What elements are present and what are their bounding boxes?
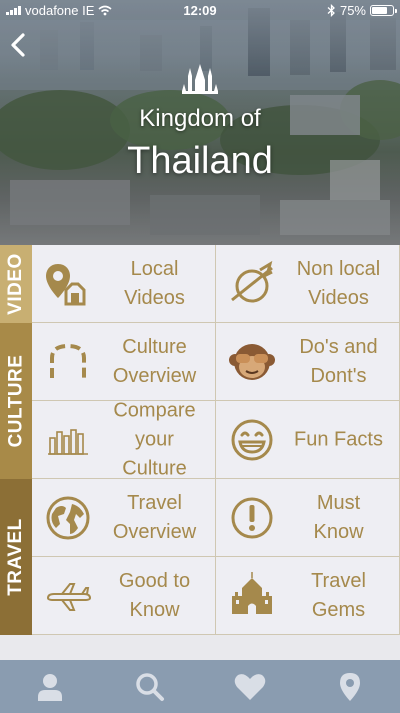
tab-bar: [0, 660, 400, 713]
person-icon: [38, 673, 62, 701]
section-label-travel: TRAVEL: [0, 479, 32, 635]
search-icon: [136, 672, 164, 701]
tile-compare-your-culture[interactable]: Compare your Culture: [32, 399, 216, 479]
tab-search[interactable]: [130, 667, 170, 707]
tile-label: Do's and Dont's: [299, 335, 378, 387]
tile-good-to-know[interactable]: Good to Know: [32, 557, 216, 635]
planet-plane-icon: [231, 260, 273, 302]
page-title: Thailand: [127, 140, 273, 182]
tab-profile[interactable]: [30, 667, 70, 707]
arch-icon: [50, 343, 86, 378]
tile-label: Fun Facts: [294, 428, 383, 450]
back-chevron-icon[interactable]: [6, 30, 32, 60]
section-label-culture: CULTURE: [0, 323, 32, 479]
section-label-video: VIDEO: [0, 245, 32, 323]
tile-label: Travel Overview: [112, 491, 197, 543]
tile-label: Culture Overview: [112, 335, 197, 387]
tile-non-local-videos[interactable]: Non local Videos: [216, 245, 400, 323]
header-subtitle: Kingdom of: [139, 105, 261, 132]
category-grid: VIDEO CULTURE TRAVEL Local Videos Non loc…: [0, 245, 400, 635]
temple-logo-icon: [182, 64, 218, 94]
tile-must-know[interactable]: Must Know: [216, 479, 400, 557]
tile-label: Local Videos: [124, 257, 185, 309]
location-pin-icon: [340, 672, 360, 701]
tile-label: Good to Know: [118, 569, 191, 621]
see-no-evil-monkey-icon: [229, 343, 275, 380]
tile-label: Must Know: [313, 491, 364, 543]
tile-label: Non local Videos: [296, 257, 381, 309]
battery-icon: [370, 5, 397, 16]
map-pin-icon: [46, 263, 86, 305]
tile-label: Compare your Culture: [113, 399, 196, 479]
globe-icon: [46, 496, 90, 539]
tile-dos-and-donts[interactable]: Do's and Dont's: [216, 323, 400, 401]
grinning-face-icon: [231, 419, 273, 460]
bluetooth-icon: [327, 4, 335, 17]
castle-icon: [232, 571, 272, 614]
tile-fun-facts[interactable]: Fun Facts: [216, 401, 400, 479]
tab-favorites[interactable]: [230, 667, 270, 707]
tab-location[interactable]: [330, 667, 370, 707]
tile-local-videos[interactable]: Local Videos: [32, 245, 216, 323]
exclamation-icon: [231, 497, 273, 538]
status-bar: vodafone IE 12:09 75%: [0, 0, 400, 22]
battery-percent: 75%: [339, 3, 366, 18]
bar-chart-icon: [48, 428, 88, 455]
tile-travel-gems[interactable]: Travel Gems: [216, 557, 400, 635]
airplane-icon: [46, 582, 92, 611]
tile-label: Travel Gems: [311, 569, 366, 621]
tile-travel-overview[interactable]: Travel Overview: [32, 479, 216, 557]
heart-icon: [234, 673, 266, 700]
tile-culture-overview[interactable]: Culture Overview: [32, 323, 216, 401]
